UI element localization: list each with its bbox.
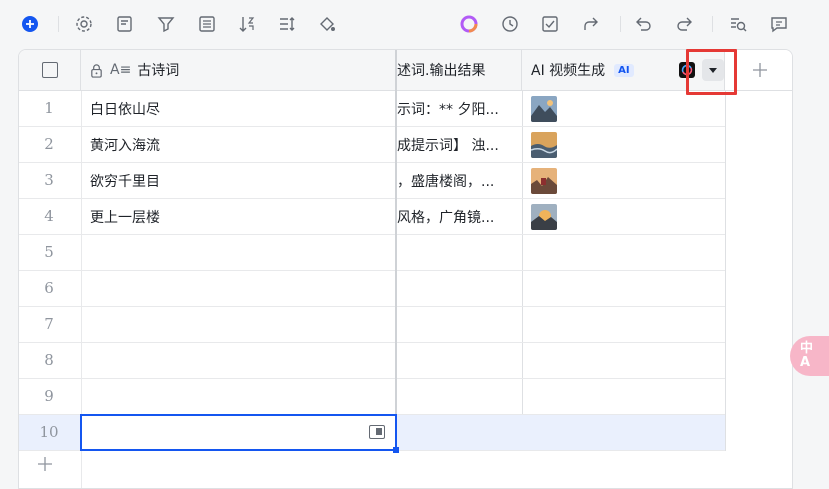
poem-cell[interactable]: 黄河入海流 bbox=[90, 135, 160, 155]
plus-icon bbox=[752, 63, 767, 77]
filter-icon[interactable] bbox=[154, 12, 178, 36]
undo-icon[interactable] bbox=[632, 12, 656, 36]
share-icon[interactable] bbox=[579, 12, 603, 36]
output-cell[interactable]: ，盛唐楼阁，... bbox=[397, 171, 519, 191]
row-height-icon[interactable] bbox=[275, 12, 299, 36]
output-cell[interactable]: 示词：** 夕阳... bbox=[397, 99, 519, 119]
column-label-poem: 古诗词 bbox=[137, 63, 180, 79]
translate-button[interactable]: 中A bbox=[790, 336, 829, 376]
row-number: 10 bbox=[39, 423, 59, 441]
toolbar bbox=[0, 0, 829, 48]
ai-icon[interactable] bbox=[457, 12, 481, 36]
column-label-video: AI 视频生成 bbox=[531, 63, 606, 79]
select-all-checkbox[interactable] bbox=[41, 62, 58, 78]
column-header-output[interactable]: 述词.输出结果 bbox=[397, 50, 522, 91]
add-row-button[interactable] bbox=[37, 456, 57, 476]
output-cell[interactable]: 风格，广角镜... bbox=[397, 207, 519, 227]
settings-icon[interactable] bbox=[72, 12, 96, 36]
column-header-poem[interactable]: A≡ 古诗词 bbox=[81, 50, 397, 91]
table-row[interactable]: 4 更上一层楼 风格，广角镜... bbox=[19, 199, 725, 235]
row-number: 2 bbox=[44, 135, 54, 153]
video-thumbnail[interactable] bbox=[531, 204, 557, 230]
column-label-output: 述词.输出结果 bbox=[397, 63, 486, 79]
row-number: 6 bbox=[44, 279, 54, 297]
poem-cell[interactable]: 白日依山尽 bbox=[90, 99, 160, 119]
video-thumbnail[interactable] bbox=[531, 132, 557, 158]
output-cell[interactable]: 成提示词】 浊... bbox=[397, 135, 519, 155]
table-row[interactable]: 2 黄河入海流 成提示词】 浊... bbox=[19, 127, 725, 163]
row-number: 1 bbox=[44, 99, 54, 117]
row-number: 4 bbox=[44, 207, 54, 225]
row-number: 8 bbox=[44, 351, 54, 369]
data-grid: A≡ 古诗词 述词.输出结果 AI 视频生成 AI 1 白日依山尽 示词：** … bbox=[18, 49, 793, 489]
row-number: 9 bbox=[44, 387, 54, 405]
frozen-column-divider bbox=[395, 50, 397, 451]
video-thumbnail[interactable] bbox=[531, 96, 557, 122]
ai-badge: AI bbox=[614, 63, 634, 77]
redo-icon[interactable] bbox=[672, 12, 696, 36]
table-row[interactable]: 5 bbox=[19, 235, 725, 271]
lock-icon bbox=[91, 63, 102, 78]
expand-cell-icon[interactable] bbox=[369, 425, 385, 439]
search-icon[interactable] bbox=[726, 12, 750, 36]
sort-icon[interactable] bbox=[235, 12, 259, 36]
row-number: 7 bbox=[44, 315, 54, 333]
table-row[interactable]: 3 欲穷千里目 ，盛唐楼阁，... bbox=[19, 163, 725, 199]
row-number: 5 bbox=[44, 243, 54, 261]
table-row[interactable]: 1 白日依山尽 示词：** 夕阳... bbox=[19, 91, 725, 127]
poem-cell[interactable]: 更上一层楼 bbox=[90, 207, 160, 227]
table-row[interactable]: 7 bbox=[19, 307, 725, 343]
fill-color-icon[interactable] bbox=[315, 12, 339, 36]
history-icon[interactable] bbox=[498, 12, 522, 36]
table-row[interactable]: 6 bbox=[19, 271, 725, 307]
add-icon[interactable] bbox=[18, 12, 42, 36]
group-icon[interactable] bbox=[195, 12, 219, 36]
plus-icon bbox=[38, 457, 52, 471]
comment-icon[interactable] bbox=[767, 12, 791, 36]
select-all-header bbox=[19, 50, 81, 91]
active-cell-editor[interactable] bbox=[80, 414, 399, 453]
table-row[interactable]: 9 bbox=[19, 379, 725, 415]
row-number: 3 bbox=[44, 171, 54, 189]
translate-icon: 中A bbox=[800, 341, 814, 370]
table-row[interactable]: 8 bbox=[19, 343, 725, 379]
form-icon[interactable] bbox=[113, 12, 137, 36]
task-icon[interactable] bbox=[538, 12, 562, 36]
text-type-icon: A≡ bbox=[110, 62, 132, 78]
highlight-box bbox=[686, 49, 737, 95]
video-thumbnail[interactable] bbox=[531, 168, 557, 194]
poem-cell[interactable]: 欲穷千里目 bbox=[90, 171, 160, 191]
